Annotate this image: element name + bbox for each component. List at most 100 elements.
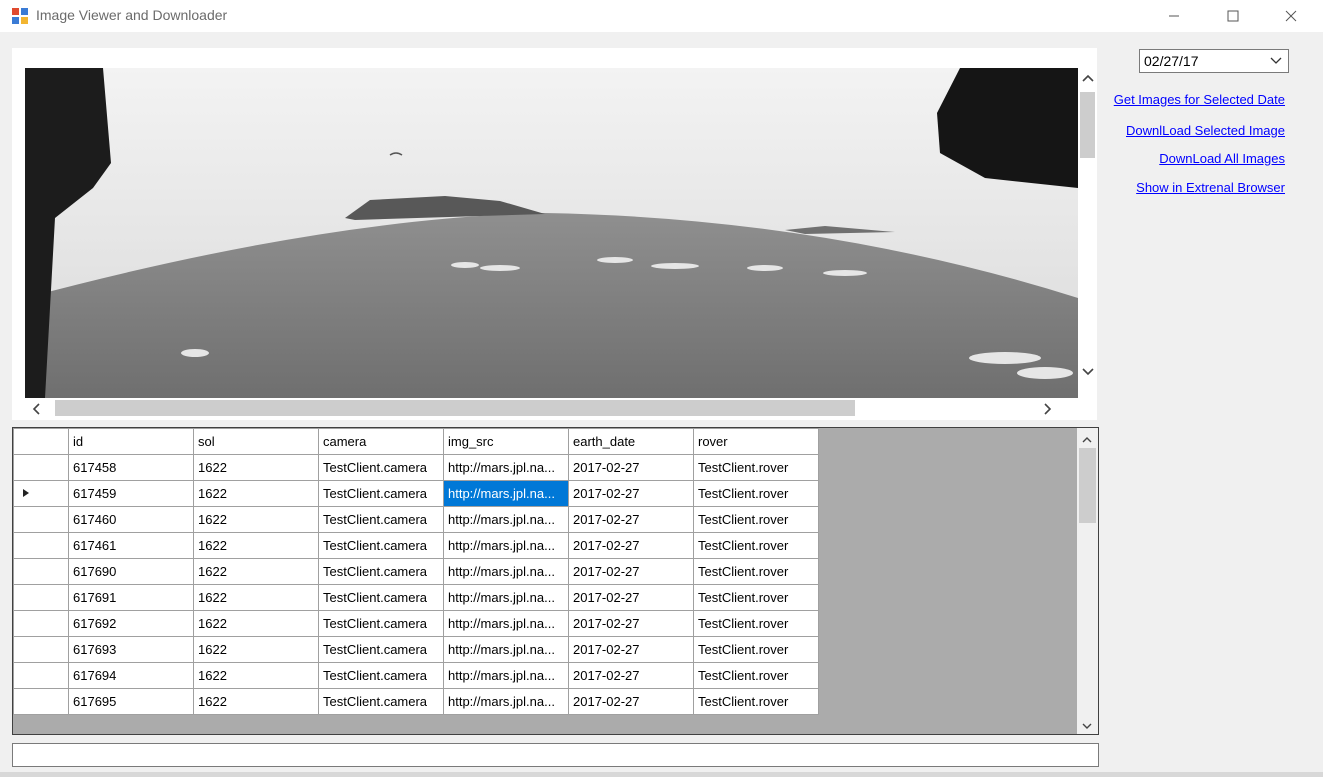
table-row[interactable]: 617692 1622 TestClient.camera http://mars.j… [13, 610, 819, 637]
cell-img-src[interactable]: http://mars.jpl.na... [443, 636, 569, 663]
table-row[interactable]: 617694 1622 TestClient.camera http://mars.j… [13, 662, 819, 689]
get-images-link[interactable]: Get Images for Selected Date [1114, 92, 1285, 107]
cell-rover[interactable]: TestClient.rover [693, 506, 819, 533]
cell-img-src[interactable]: http://mars.jpl.na... [443, 532, 569, 559]
row-header[interactable] [13, 662, 69, 689]
cell-camera[interactable]: TestClient.camera [318, 584, 444, 611]
row-header[interactable] [13, 636, 69, 663]
cell-id[interactable]: 617694 [68, 662, 194, 689]
cell-earth-date[interactable]: 2017-02-27 [568, 610, 694, 637]
row-header[interactable] [13, 584, 69, 611]
column-header-rover[interactable]: rover [693, 428, 819, 455]
table-row[interactable]: 617459 1622 TestClient.camera http://mars.j… [13, 480, 819, 507]
cell-img-src[interactable]: http://mars.jpl.na... [443, 610, 569, 637]
cell-camera[interactable]: TestClient.camera [318, 688, 444, 715]
cell-id[interactable]: 617461 [68, 532, 194, 559]
cell-sol[interactable]: 1622 [193, 480, 319, 507]
cell-earth-date[interactable]: 2017-02-27 [568, 636, 694, 663]
cell-id[interactable]: 617460 [68, 506, 194, 533]
cell-earth-date[interactable]: 2017-02-27 [568, 454, 694, 481]
status-textbox[interactable] [12, 743, 1099, 767]
row-header[interactable] [13, 506, 69, 533]
cell-camera[interactable]: TestClient.camera [318, 454, 444, 481]
cell-img-src[interactable]: http://mars.jpl.na... [443, 506, 569, 533]
cell-camera[interactable]: TestClient.camera [318, 636, 444, 663]
cell-earth-date[interactable]: 2017-02-27 [568, 584, 694, 611]
show-in-external-browser-link[interactable]: Show in Extrenal Browser [1136, 180, 1285, 195]
cell-sol[interactable]: 1622 [193, 636, 319, 663]
scroll-thumb[interactable] [1079, 448, 1096, 523]
row-header[interactable] [13, 558, 69, 585]
cell-rover[interactable]: TestClient.rover [693, 532, 819, 559]
scroll-left-icon[interactable] [31, 402, 41, 421]
download-all-images-link[interactable]: DownLoad All Images [1159, 151, 1285, 166]
row-header[interactable] [13, 454, 69, 481]
table-row[interactable]: 617695 1622 TestClient.camera http://mars.j… [13, 688, 819, 715]
table-row[interactable]: 617458 1622 TestClient.camera http://mars.j… [13, 454, 819, 481]
cell-earth-date[interactable]: 2017-02-27 [568, 506, 694, 533]
cell-earth-date[interactable]: 2017-02-27 [568, 558, 694, 585]
cell-sol[interactable]: 1622 [193, 454, 319, 481]
images-data-grid[interactable]: id sol camera img_src earth_date rover 6… [12, 427, 1099, 735]
column-header-img-src[interactable]: img_src [443, 428, 569, 455]
scroll-thumb[interactable] [55, 400, 855, 416]
row-header[interactable] [13, 610, 69, 637]
cell-camera[interactable]: TestClient.camera [318, 610, 444, 637]
column-header-id[interactable]: id [68, 428, 194, 455]
scroll-down-icon[interactable] [1081, 364, 1095, 382]
cell-rover[interactable]: TestClient.rover [693, 558, 819, 585]
table-row[interactable]: 617693 1622 TestClient.camera http://mars.j… [13, 636, 819, 663]
cell-camera[interactable]: TestClient.camera [318, 506, 444, 533]
cell-rover[interactable]: TestClient.rover [693, 636, 819, 663]
cell-rover[interactable]: TestClient.rover [693, 610, 819, 637]
download-selected-image-link[interactable]: DownlLoad Selected Image [1126, 123, 1285, 138]
cell-img-src[interactable]: http://mars.jpl.na... [443, 584, 569, 611]
scroll-thumb[interactable] [1080, 92, 1095, 158]
cell-img-src[interactable]: http://mars.jpl.na... [443, 454, 569, 481]
maximize-icon[interactable] [1210, 0, 1256, 32]
cell-rover[interactable]: TestClient.rover [693, 454, 819, 481]
cell-rover[interactable]: TestClient.rover [693, 688, 819, 715]
cell-camera[interactable]: TestClient.camera [318, 532, 444, 559]
row-header[interactable] [13, 480, 69, 507]
cell-sol[interactable]: 1622 [193, 662, 319, 689]
image-vertical-scrollbar[interactable] [1078, 68, 1097, 398]
cell-id[interactable]: 617459 [68, 480, 194, 507]
cell-rover[interactable]: TestClient.rover [693, 480, 819, 507]
column-header-sol[interactable]: sol [193, 428, 319, 455]
cell-img-src[interactable]: http://mars.jpl.na... [443, 662, 569, 689]
cell-sol[interactable]: 1622 [193, 506, 319, 533]
table-row[interactable]: 617460 1622 TestClient.camera http://mars.j… [13, 506, 819, 533]
cell-camera[interactable]: TestClient.camera [318, 558, 444, 585]
table-row[interactable]: 617691 1622 TestClient.camera http://mars.j… [13, 584, 819, 611]
cell-img-src[interactable]: http://mars.jpl.na... [443, 688, 569, 715]
cell-earth-date[interactable]: 2017-02-27 [568, 662, 694, 689]
cell-sol[interactable]: 1622 [193, 532, 319, 559]
scroll-down-icon[interactable] [1081, 718, 1093, 734]
cell-id[interactable]: 617458 [68, 454, 194, 481]
column-header-earth-date[interactable]: earth_date [568, 428, 694, 455]
close-icon[interactable] [1268, 0, 1314, 32]
cell-id[interactable]: 617693 [68, 636, 194, 663]
cell-sol[interactable]: 1622 [193, 558, 319, 585]
minimize-icon[interactable] [1151, 0, 1197, 32]
table-row[interactable]: 617461 1622 TestClient.camera http://mars.j… [13, 532, 819, 559]
date-dropdown[interactable]: 02/27/17 [1139, 49, 1289, 73]
cell-id[interactable]: 617691 [68, 584, 194, 611]
cell-id[interactable]: 617695 [68, 688, 194, 715]
cell-img-src[interactable]: http://mars.jpl.na... [443, 480, 569, 507]
cell-camera[interactable]: TestClient.camera [318, 480, 444, 507]
table-row[interactable]: 617690 1622 TestClient.camera http://mars.j… [13, 558, 819, 585]
cell-img-src[interactable]: http://mars.jpl.na... [443, 558, 569, 585]
image-horizontal-scrollbar[interactable] [25, 398, 1078, 418]
cell-rover[interactable]: TestClient.rover [693, 584, 819, 611]
cell-rover[interactable]: TestClient.rover [693, 662, 819, 689]
grid-vertical-scrollbar[interactable] [1077, 428, 1098, 734]
cell-earth-date[interactable]: 2017-02-27 [568, 532, 694, 559]
cell-sol[interactable]: 1622 [193, 584, 319, 611]
row-header[interactable] [13, 532, 69, 559]
cell-id[interactable]: 617690 [68, 558, 194, 585]
scroll-up-icon[interactable] [1081, 70, 1095, 88]
row-header[interactable] [13, 688, 69, 715]
column-header-camera[interactable]: camera [318, 428, 444, 455]
